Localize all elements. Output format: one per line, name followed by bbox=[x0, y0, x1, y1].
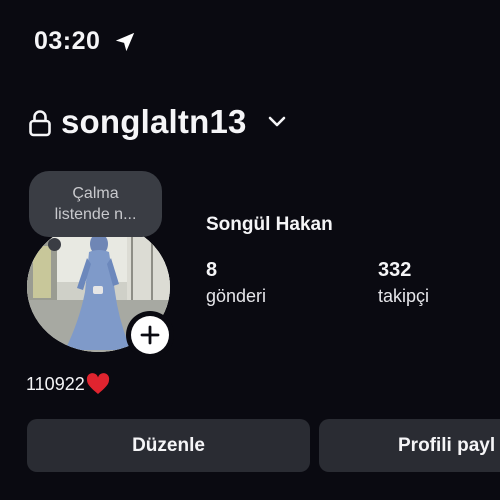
note-text-line-2: listende n... bbox=[54, 206, 137, 223]
chevron-down-icon[interactable] bbox=[266, 114, 288, 130]
bio: 110922 bbox=[26, 373, 110, 395]
lock-icon bbox=[29, 110, 51, 137]
note-bubble[interactable]: Çalma listende n... bbox=[29, 171, 162, 237]
note-text-line-1: Çalma bbox=[72, 185, 119, 202]
profile-screen: 03:20 songlaltn13 Çalma listende n... So… bbox=[0, 0, 500, 500]
username[interactable]: songlaltn13 bbox=[61, 103, 247, 141]
followers-count[interactable]: 332 bbox=[378, 259, 411, 282]
status-time: 03:20 bbox=[34, 27, 101, 55]
followers-label[interactable]: takipçi bbox=[378, 286, 429, 307]
note-bubble-tail bbox=[48, 238, 61, 251]
plus-icon bbox=[140, 325, 160, 345]
posts-label[interactable]: gönderi bbox=[206, 286, 266, 307]
posts-count[interactable]: 8 bbox=[206, 259, 217, 282]
add-story-inner bbox=[131, 316, 169, 354]
bio-text: 110922 bbox=[26, 373, 85, 394]
display-name: Songül Hakan bbox=[206, 214, 333, 235]
add-story-button[interactable] bbox=[126, 311, 174, 359]
share-profile-button[interactable]: Profili payl bbox=[319, 419, 500, 472]
edit-profile-button[interactable]: Düzenle bbox=[27, 419, 310, 472]
location-arrow-icon bbox=[115, 32, 135, 52]
heart-icon bbox=[86, 373, 109, 394]
